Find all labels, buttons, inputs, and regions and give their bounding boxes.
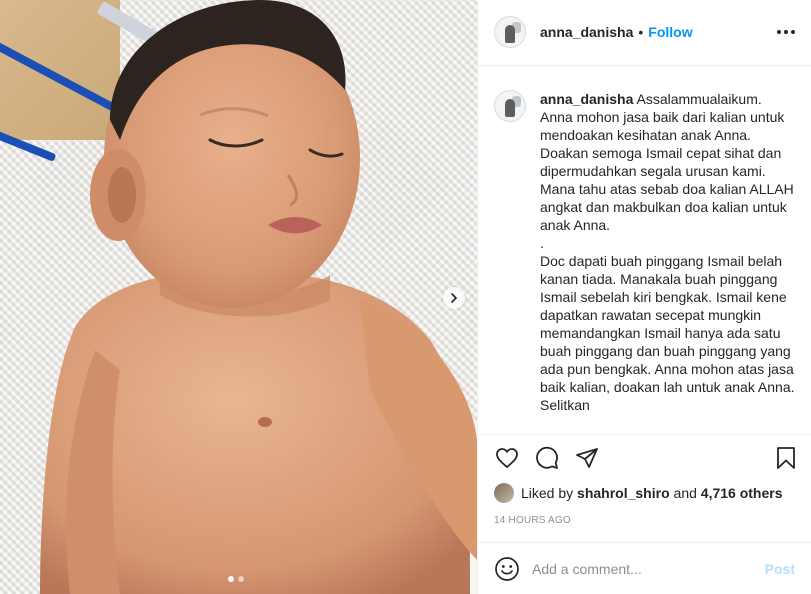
post-media[interactable] — [0, 0, 477, 594]
share-button[interactable] — [574, 445, 600, 471]
carousel-indicator — [228, 576, 244, 582]
comment-input[interactable] — [532, 560, 765, 577]
liker-username[interactable]: shahrol_shiro — [577, 485, 670, 501]
likes-summary: Liked by shahrol_shiro and 4,716 others — [478, 481, 811, 505]
follow-button[interactable]: Follow — [648, 24, 692, 40]
chevron-right-icon — [451, 293, 457, 303]
save-button[interactable] — [773, 445, 799, 471]
more-horizontal-icon[interactable] — [777, 30, 795, 35]
likes-prefix: Liked by — [521, 484, 574, 501]
avatar[interactable] — [494, 16, 526, 49]
comment-button[interactable] — [534, 445, 560, 471]
caption-text: anna_danisha Assalammualaikum. Anna moho… — [540, 90, 795, 434]
smiley-icon[interactable] — [494, 556, 520, 582]
carousel-dot — [238, 576, 244, 582]
post-comment-button[interactable]: Post — [765, 561, 795, 577]
instagram-post: anna_danisha • Follow anna_danisha Assal… — [0, 0, 811, 594]
share-icon — [576, 448, 598, 468]
caption-paragraph-3: Doc dapati buah pinggang Ismail belah ka… — [540, 252, 795, 413]
caption-paragraph-1: Assalammualaikum. Anna mohon jasa baik d… — [540, 90, 794, 233]
caption-avatar[interactable] — [494, 89, 526, 122]
carousel-next-button[interactable] — [443, 287, 465, 309]
post-side-panel: anna_danisha • Follow anna_danisha Assal… — [477, 0, 811, 594]
caption-username[interactable]: anna_danisha — [540, 91, 633, 107]
header-username[interactable]: anna_danisha — [540, 24, 633, 40]
like-button[interactable] — [494, 445, 520, 471]
carousel-dot-active — [228, 576, 234, 582]
caption-paragraph-2: . — [540, 234, 544, 251]
comment-icon — [536, 446, 558, 469]
heart-icon — [496, 448, 518, 468]
comments-scroll-area[interactable]: anna_danisha Assalammualaikum. Anna moho… — [478, 66, 811, 434]
likes-count[interactable]: 4,716 others — [701, 485, 783, 501]
action-bar — [478, 433, 811, 481]
comment-form: Post — [478, 542, 811, 594]
post-timestamp[interactable]: 14 HOURS AGO — [478, 505, 811, 542]
likes-middle: and — [673, 484, 697, 501]
header-separator: • — [638, 24, 644, 41]
bookmark-icon — [777, 447, 795, 469]
post-header: anna_danisha • Follow — [478, 0, 811, 66]
liker-avatar[interactable] — [494, 482, 514, 503]
sleeping-baby-photo — [40, 0, 477, 594]
